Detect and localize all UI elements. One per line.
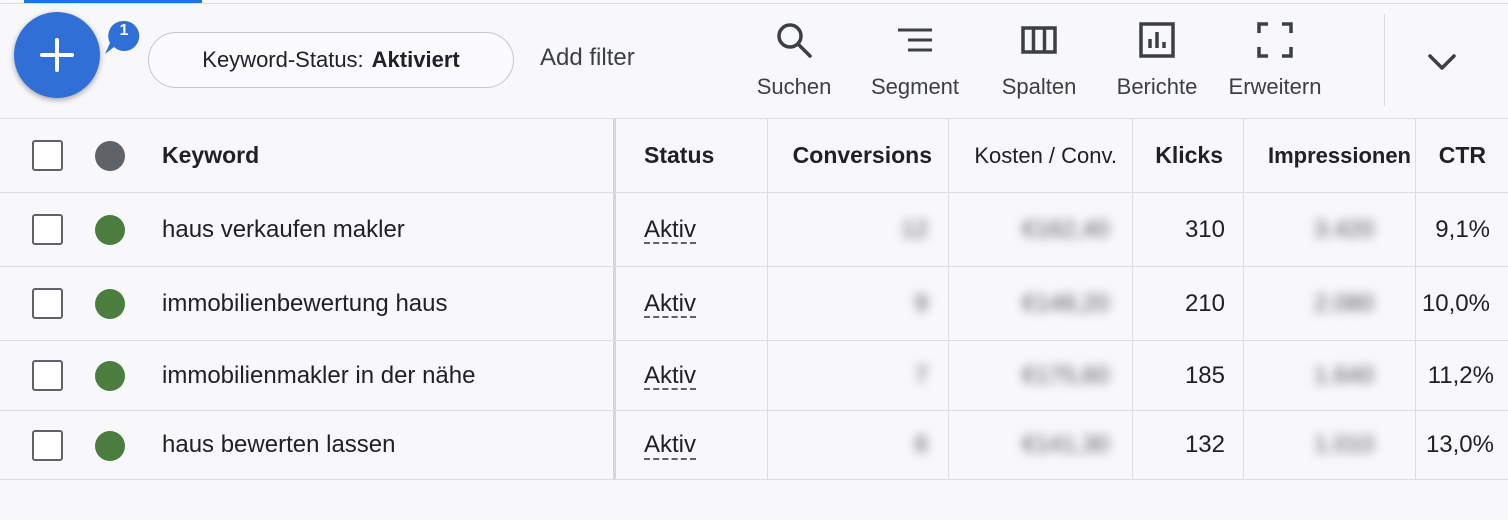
conversions-cell: 9 — [914, 289, 928, 317]
columns-button[interactable]: Spalten — [988, 20, 1090, 110]
keyword-cell[interactable]: haus bewerten lassen — [162, 411, 395, 479]
reports-label: Berichte — [1116, 74, 1198, 99]
ctr-cell: 11,2% — [1427, 361, 1494, 389]
impressions-cell: 2.080 — [1313, 289, 1374, 317]
table-row: immobilienbewertung haus Aktiv 9 €148,20… — [0, 266, 1508, 340]
keyword-status-filter-chip[interactable]: Keyword-Status: Aktiviert — [148, 32, 514, 88]
bar-chart-icon — [1139, 22, 1175, 58]
reports-button[interactable]: Berichte — [1104, 20, 1210, 110]
table-row: immobilienmakler in der nähe Aktiv 7 €17… — [0, 340, 1508, 410]
segment-label: Segment — [870, 74, 960, 99]
expand-button[interactable]: Erweitern — [1216, 20, 1334, 110]
header-cost-per-conv[interactable]: Kosten / Conv. — [949, 119, 1117, 192]
notification-badge: 1 — [104, 18, 144, 58]
status-dot-active — [95, 361, 125, 391]
header-ctr[interactable]: CTR — [1416, 119, 1486, 192]
clicks-cell: 310 — [1184, 215, 1225, 243]
add-keyword-button[interactable] — [14, 12, 100, 98]
segment-lines-icon — [898, 28, 932, 52]
table-row: haus verkaufen makler Aktiv 12 €162,40 3… — [0, 192, 1508, 266]
columns-icon — [1021, 26, 1057, 54]
search-icon — [777, 23, 812, 58]
cost-per-conv-cell: €141,30 — [1022, 431, 1109, 458]
cost-per-conv-cell: €162,40 — [1022, 215, 1109, 243]
status-dot-header — [95, 141, 125, 171]
segment-button[interactable]: Segment — [856, 20, 974, 110]
ctr-cell: 13,0% — [1425, 431, 1494, 458]
table-row: haus bewerten lassen Aktiv 6 €141,30 132… — [0, 410, 1508, 480]
plus-icon-vertical — [55, 38, 59, 72]
toolbar-divider — [1384, 14, 1385, 106]
add-filter-button[interactable]: Add filter — [540, 44, 635, 72]
header-conversions[interactable]: Conversions — [768, 119, 932, 192]
more-options-button[interactable] — [1420, 44, 1464, 80]
status-cell[interactable]: Aktiv — [644, 290, 696, 318]
search-button[interactable]: Suchen — [744, 20, 844, 110]
keyword-cell[interactable]: immobilienmakler in der nähe — [162, 341, 475, 410]
status-dot-active — [95, 215, 125, 245]
table-toolbar: 1 Keyword-Status: Aktiviert Add filter S… — [0, 4, 1508, 119]
table-header-row: Keyword Status Conversions Kosten / Conv… — [0, 118, 1508, 192]
search-label: Suchen — [756, 74, 832, 99]
expand-label: Erweitern — [1228, 74, 1322, 99]
filter-chip-value: Aktiviert — [371, 47, 460, 72]
badge-count: 1 — [119, 22, 129, 39]
ctr-cell: 9,1% — [1435, 215, 1490, 243]
impressions-cell: 1.010 — [1313, 431, 1374, 458]
cost-per-conv-cell: €148,20 — [1022, 289, 1109, 317]
chevron-down-icon — [1428, 54, 1456, 70]
row-checkbox[interactable] — [32, 288, 63, 319]
impressions-cell: 1.640 — [1313, 361, 1374, 389]
status-cell[interactable]: Aktiv — [644, 431, 696, 459]
cost-per-conv-cell: €175,60 — [1022, 361, 1109, 389]
header-clicks[interactable]: Klicks — [1133, 119, 1223, 192]
ctr-cell: 10,0% — [1421, 289, 1490, 317]
keyword-cell[interactable]: haus verkaufen makler — [162, 193, 405, 266]
clicks-cell: 210 — [1184, 289, 1225, 317]
columns-label: Spalten — [1001, 74, 1077, 99]
fullscreen-icon — [1257, 22, 1293, 58]
header-keyword[interactable]: Keyword — [162, 119, 259, 192]
select-all-checkbox[interactable] — [32, 140, 63, 171]
impressions-cell: 3.420 — [1313, 215, 1374, 243]
row-checkbox[interactable] — [32, 430, 63, 461]
conversions-cell: 6 — [914, 431, 928, 458]
row-checkbox[interactable] — [32, 214, 63, 245]
status-dot-active — [95, 431, 125, 461]
status-cell[interactable]: Aktiv — [644, 362, 696, 390]
clicks-cell: 132 — [1184, 431, 1225, 458]
conversions-cell: 12 — [901, 215, 928, 243]
row-checkbox[interactable] — [32, 360, 63, 391]
header-impressions[interactable]: Impressionen — [1244, 119, 1411, 192]
filter-chip-label: Keyword-Status: — [202, 47, 364, 72]
keyword-cell[interactable]: immobilienbewertung haus — [162, 267, 448, 340]
status-dot-active — [95, 289, 125, 319]
clicks-cell: 185 — [1184, 361, 1225, 389]
conversions-cell: 7 — [914, 361, 928, 389]
header-status[interactable]: Status — [644, 119, 714, 192]
status-cell[interactable]: Aktiv — [644, 216, 696, 244]
table-footer-space — [0, 481, 1508, 520]
